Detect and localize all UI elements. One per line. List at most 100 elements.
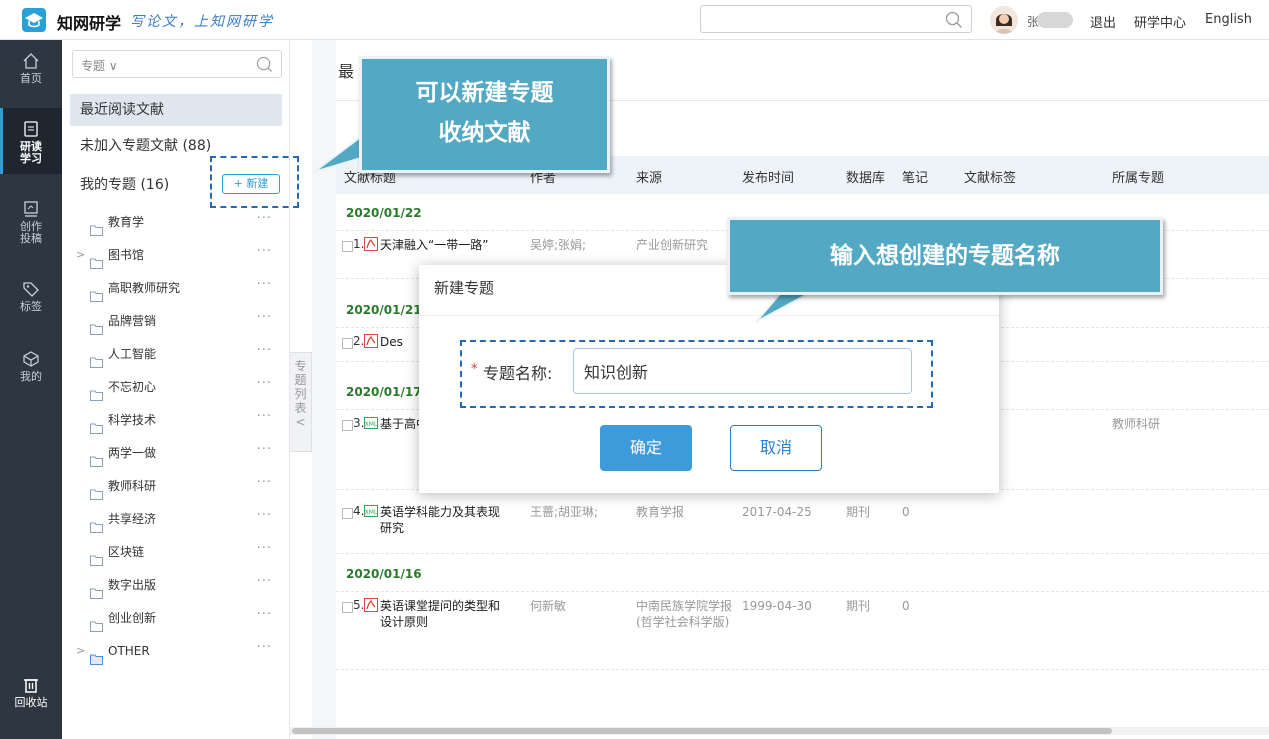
edit-icon bbox=[24, 201, 38, 217]
col-date[interactable]: 发布时间 bbox=[742, 167, 794, 186]
scrollbar-thumb[interactable] bbox=[292, 728, 1112, 734]
topic-item[interactable]: 创业创新 ··· bbox=[70, 602, 282, 634]
topic-label: 共享经济 bbox=[108, 512, 157, 526]
row-number: 5. bbox=[353, 598, 365, 612]
search-icon[interactable] bbox=[256, 56, 273, 77]
topic-item[interactable]: 人工智能 ··· bbox=[70, 338, 282, 370]
global-search-input[interactable] bbox=[700, 5, 972, 33]
doc-title-link[interactable]: 英语课堂提问的类型和设计原则 bbox=[380, 598, 510, 630]
topic-label: 人工智能 bbox=[108, 347, 157, 361]
more-options-icon[interactable]: ··· bbox=[257, 500, 272, 532]
nav-mine-label: 我的 bbox=[20, 370, 42, 383]
cell-source: 教育学报 bbox=[636, 505, 685, 519]
row-number: 1. bbox=[353, 237, 365, 251]
row-checkbox[interactable] bbox=[342, 338, 353, 349]
dialog-divider bbox=[419, 315, 999, 316]
brand-name[interactable]: 知网研学 bbox=[57, 10, 121, 34]
left-icon-bar: 首页 研读 学习 创作 投稿 标签 我的 回收站 bbox=[0, 40, 62, 739]
doc-title-link[interactable]: 天津融入“一带一路” bbox=[380, 237, 510, 253]
topic-item[interactable]: 高职教师研究 ··· bbox=[70, 272, 282, 304]
doc-title-link[interactable]: 英语学科能力及其表现研究 bbox=[380, 504, 510, 536]
col-tags[interactable]: 文献标签 bbox=[964, 167, 1016, 186]
topic-label: 品牌营销 bbox=[108, 314, 157, 328]
topic-label: 教育学 bbox=[108, 215, 145, 229]
search-icon[interactable] bbox=[945, 11, 963, 33]
table-row[interactable]: 4. XML 英语学科能力及其表现研究 王蔷;胡亚琳; 教育学报 2017-04-25 期刊… bbox=[336, 498, 1269, 554]
topic-item[interactable]: 品牌营销 ··· bbox=[70, 305, 282, 337]
tag-icon bbox=[23, 282, 39, 297]
logout-link[interactable]: 退出 bbox=[1090, 12, 1116, 31]
col-notes[interactable]: 笔记 bbox=[902, 167, 928, 186]
topic-label: 两学一做 bbox=[108, 446, 157, 460]
topic-item[interactable]: 共享经济 ··· bbox=[70, 503, 282, 535]
topic-item[interactable]: 两学一做 ··· bbox=[70, 437, 282, 469]
topic-item[interactable]: 数字出版 ··· bbox=[70, 569, 282, 601]
table-row[interactable]: 5. 英语课堂提问的类型和设计原则 何新敏 中南民族学院学报(哲学社会科学版) 1999… bbox=[336, 592, 1269, 670]
more-options-icon[interactable]: ··· bbox=[257, 335, 272, 367]
nav-home-label: 首页 bbox=[20, 72, 42, 85]
nav-trash-label: 回收站 bbox=[14, 696, 48, 709]
collapse-topic-list-tab[interactable]: 专题列表 < bbox=[290, 352, 312, 452]
horizontal-scrollbar[interactable] bbox=[290, 727, 1269, 735]
row-checkbox[interactable] bbox=[342, 508, 353, 519]
nav-study[interactable]: 研读 学习 bbox=[0, 108, 62, 174]
nav-home[interactable]: 首页 bbox=[0, 52, 62, 98]
col-source[interactable]: 来源 bbox=[636, 167, 662, 186]
topic-item[interactable]: 区块链 ··· bbox=[70, 536, 282, 568]
nav-trash[interactable]: 回收站 bbox=[0, 676, 62, 716]
more-options-icon[interactable]: ··· bbox=[257, 632, 272, 664]
cell-date: 2017-04-25 bbox=[742, 505, 812, 519]
topic-item[interactable]: > OTHER ··· bbox=[70, 635, 282, 667]
nav-tags[interactable]: 标签 bbox=[0, 280, 62, 320]
topic-search-input[interactable]: 专题 ∨ bbox=[72, 50, 282, 78]
more-options-icon[interactable]: ··· bbox=[257, 368, 272, 400]
nav-mine[interactable]: 我的 bbox=[0, 350, 62, 390]
row-checkbox[interactable] bbox=[342, 602, 353, 613]
callout-new-topic-line2: 收纳文献 bbox=[438, 119, 531, 146]
topic-label: OTHER bbox=[108, 644, 150, 658]
topic-label: 图书馆 bbox=[108, 248, 145, 262]
more-options-icon[interactable]: ··· bbox=[257, 236, 272, 268]
row-checkbox[interactable] bbox=[342, 420, 353, 431]
row-number: 4. bbox=[353, 504, 365, 518]
svg-text:XML: XML bbox=[365, 421, 378, 428]
more-options-icon[interactable]: ··· bbox=[257, 599, 272, 631]
col-database[interactable]: 数据库 bbox=[846, 167, 885, 186]
more-options-icon[interactable]: ··· bbox=[257, 566, 272, 598]
expand-caret-icon[interactable]: > bbox=[76, 239, 85, 271]
topic-item[interactable]: 科学技术 ··· bbox=[70, 404, 282, 436]
cell-author: 王蔷;胡亚琳; bbox=[530, 505, 599, 519]
language-link[interactable]: English bbox=[1205, 12, 1252, 27]
callout-enter-name: 输入想创建的专题名称 bbox=[727, 217, 1163, 295]
more-options-icon[interactable]: ··· bbox=[257, 467, 272, 499]
col-topic[interactable]: 所属专题 bbox=[1112, 167, 1164, 186]
more-options-icon[interactable]: ··· bbox=[257, 434, 272, 466]
cell-db: 期刊 bbox=[846, 505, 871, 519]
more-options-icon[interactable]: ··· bbox=[257, 302, 272, 334]
expand-caret-icon[interactable]: > bbox=[76, 635, 85, 667]
nav-study-label: 研读 学习 bbox=[20, 140, 42, 165]
confirm-button[interactable]: 确定 bbox=[600, 425, 692, 471]
more-options-icon[interactable]: ··· bbox=[257, 269, 272, 301]
row-checkbox[interactable] bbox=[342, 241, 353, 252]
cell-notes: 0 bbox=[902, 505, 910, 519]
topic-sidebar: 专题 ∨ 最近阅读文献 未加入专题文献 (88) 我的专题 (16) + 新建 … bbox=[62, 40, 290, 739]
cube-icon bbox=[23, 351, 39, 367]
more-options-icon[interactable]: ··· bbox=[257, 401, 272, 433]
topic-item[interactable]: 教育学 ··· bbox=[70, 206, 282, 238]
more-options-icon[interactable]: ··· bbox=[257, 533, 272, 565]
cancel-button[interactable]: 取消 bbox=[730, 425, 822, 471]
topic-item[interactable]: 教师科研 ··· bbox=[70, 470, 282, 502]
pdf-file-icon bbox=[364, 237, 378, 254]
recent-docs-item[interactable]: 最近阅读文献 bbox=[70, 94, 282, 126]
logo-icon[interactable] bbox=[22, 8, 46, 32]
research-center-link[interactable]: 研学中心 bbox=[1134, 12, 1186, 31]
dialog-title: 新建专题 bbox=[434, 279, 495, 297]
topic-item[interactable]: 不忘初心 ··· bbox=[70, 371, 282, 403]
cell-author: 何新敏 bbox=[530, 599, 567, 613]
topic-label: 不忘初心 bbox=[108, 380, 157, 394]
topic-item[interactable]: > 图书馆 ··· bbox=[70, 239, 282, 271]
nav-create[interactable]: 创作 投稿 bbox=[0, 200, 62, 250]
topic-label: 区块链 bbox=[108, 545, 145, 559]
user-avatar[interactable] bbox=[990, 6, 1018, 34]
